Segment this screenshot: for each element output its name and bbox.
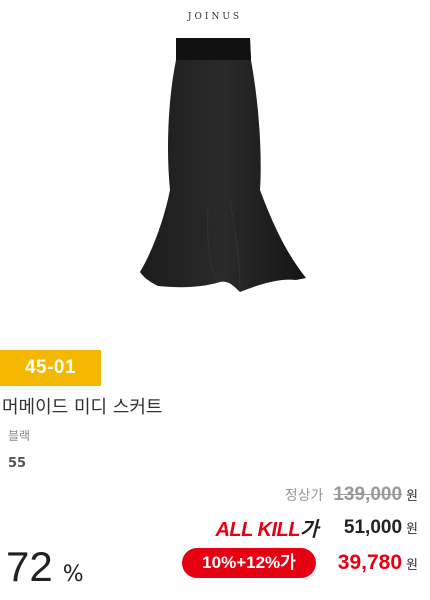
product-size: 55 [8,456,27,471]
allkill-logo-dark: 가 [300,519,318,541]
currency-unit: 원 [406,557,418,573]
discount-unit: % [62,562,84,587]
brand-logo: JOINUS [187,12,243,22]
currency-unit: 원 [406,489,418,504]
regular-price-label: 정상가 [284,488,324,504]
allkill-price: 51,000 [343,516,403,538]
product-code-badge: 45-01 [0,350,101,386]
allkill-logo-red: ALL KILL [215,519,300,541]
coupon-badge: 10%+12%가 [182,548,316,578]
product-name[interactable]: 머메이드 미디 스커트 [2,393,162,419]
discount-rate: 72% [6,543,84,591]
final-price-row: 10%+12%가 39,780 원 [182,548,418,578]
currency-unit: 원 [406,522,418,537]
regular-price: 139,000 [333,484,403,505]
allkill-price-row: ALL KILL가 51,000 원 [215,513,418,542]
allkill-logo: ALL KILL가 [215,513,318,542]
final-price: 39,780 [337,551,403,574]
product-image-area[interactable]: JOINUS [0,0,430,340]
skirt-image [140,38,306,292]
product-color: 블랙 [8,429,31,443]
regular-price-row: 정상가 139,000 원 [285,484,418,506]
product-card[interactable]: JOINUS 45-01 머메이드 미디 스커트 블랙 55 정상가 139,0… [0,0,430,600]
discount-value: 72 [6,543,53,590]
